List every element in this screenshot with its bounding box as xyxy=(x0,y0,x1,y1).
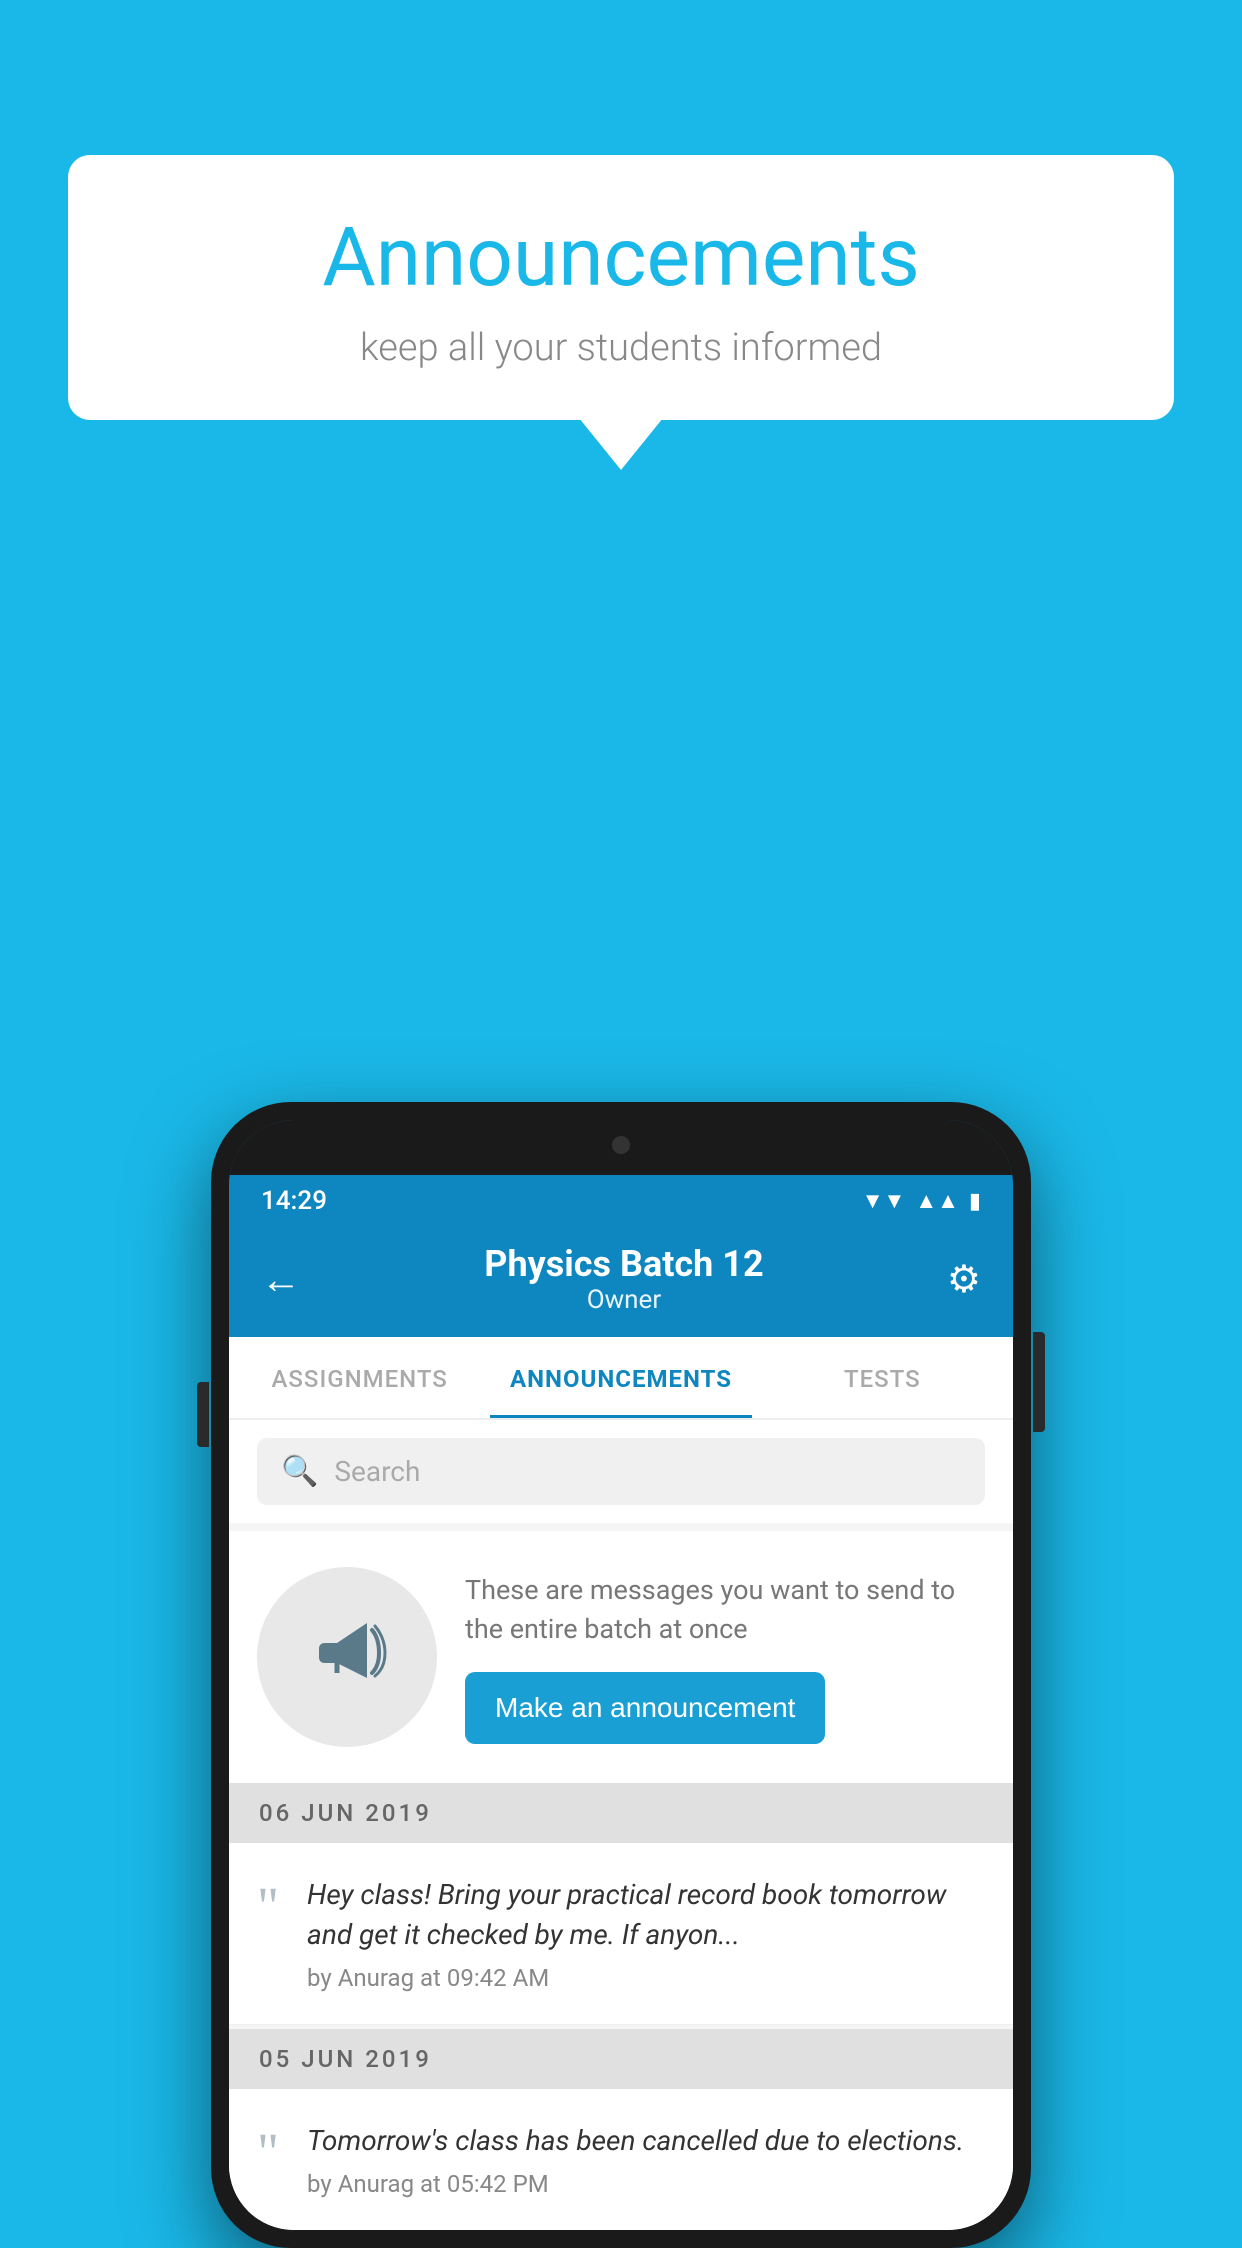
batch-subtitle: Owner xyxy=(484,1285,763,1315)
announcement-meta-1: by Anurag at 09:42 AM xyxy=(307,1964,985,1992)
tabs-bar: ASSIGNMENTS ANNOUNCEMENTS TESTS xyxy=(229,1337,1013,1420)
app-header: ← Physics Batch 12 Owner ⚙ xyxy=(229,1225,1013,1337)
announcement-meta-2: by Anurag at 05:42 PM xyxy=(307,2170,985,2198)
wifi-icon: ▼▼ xyxy=(862,1188,906,1214)
search-bar: 🔍 Search xyxy=(229,1420,1013,1523)
app-content: 🔍 Search xyxy=(229,1420,1013,2230)
megaphone-icon xyxy=(307,1608,387,1706)
announcement-item-2[interactable]: " Tomorrow's class has been cancelled du… xyxy=(229,2089,1013,2230)
date-separator-1: 06 JUN 2019 xyxy=(229,1783,1013,1843)
search-input-wrapper[interactable]: 🔍 Search xyxy=(257,1438,985,1505)
search-placeholder-text: Search xyxy=(334,1455,420,1488)
search-icon: 🔍 xyxy=(281,1454,318,1489)
announcement-text-block-1: Hey class! Bring your practical record b… xyxy=(307,1875,985,1991)
status-bar: 14:29 ▼▼ ▲▲ ▮ xyxy=(229,1175,1013,1225)
tab-announcements[interactable]: ANNOUNCEMENTS xyxy=(490,1337,751,1418)
phone-inner: 14:29 ▼▼ ▲▲ ▮ ← Physics Batch 12 Owner ⚙… xyxy=(229,1120,1013,2230)
batch-title: Physics Batch 12 xyxy=(484,1243,763,1285)
speech-bubble: Announcements keep all your students inf… xyxy=(68,155,1174,420)
announcement-promo: These are messages you want to send to t… xyxy=(229,1531,1013,1783)
announcement-item-1[interactable]: " Hey class! Bring your practical record… xyxy=(229,1843,1013,2024)
phone-outer: 14:29 ▼▼ ▲▲ ▮ ← Physics Batch 12 Owner ⚙… xyxy=(211,1102,1031,2248)
announcement-text-2: Tomorrow's class has been cancelled due … xyxy=(307,2121,985,2160)
promo-content: These are messages you want to send to t… xyxy=(465,1571,985,1743)
promo-icon-circle xyxy=(257,1567,437,1747)
signal-icon: ▲▲ xyxy=(915,1188,959,1214)
status-icons: ▼▼ ▲▲ ▮ xyxy=(862,1188,981,1214)
notch-bar xyxy=(229,1120,1013,1175)
settings-icon[interactable]: ⚙ xyxy=(947,1257,981,1302)
announcement-text-1: Hey class! Bring your practical record b… xyxy=(307,1875,985,1953)
battery-icon: ▮ xyxy=(969,1189,981,1214)
status-time: 14:29 xyxy=(261,1186,327,1216)
phone-wrapper: 14:29 ▼▼ ▲▲ ▮ ← Physics Batch 12 Owner ⚙… xyxy=(211,1102,1031,2248)
bubble-title: Announcements xyxy=(128,210,1114,306)
date-separator-2: 05 JUN 2019 xyxy=(229,2029,1013,2089)
quote-icon-2: " xyxy=(257,2125,279,2179)
bubble-subtitle: keep all your students informed xyxy=(128,326,1114,370)
promo-description: These are messages you want to send to t… xyxy=(465,1571,985,1649)
back-button[interactable]: ← xyxy=(261,1256,301,1303)
make-announcement-button[interactable]: Make an announcement xyxy=(465,1672,825,1744)
camera-dot xyxy=(612,1136,630,1154)
tab-assignments[interactable]: ASSIGNMENTS xyxy=(229,1337,490,1418)
bubble-arrow xyxy=(579,418,663,470)
speech-bubble-container: Announcements keep all your students inf… xyxy=(68,155,1174,420)
header-title-block: Physics Batch 12 Owner xyxy=(484,1243,763,1315)
announcement-text-block-2: Tomorrow's class has been cancelled due … xyxy=(307,2121,985,2198)
tab-tests[interactable]: TESTS xyxy=(752,1337,1013,1418)
quote-icon-1: " xyxy=(257,1879,279,1933)
